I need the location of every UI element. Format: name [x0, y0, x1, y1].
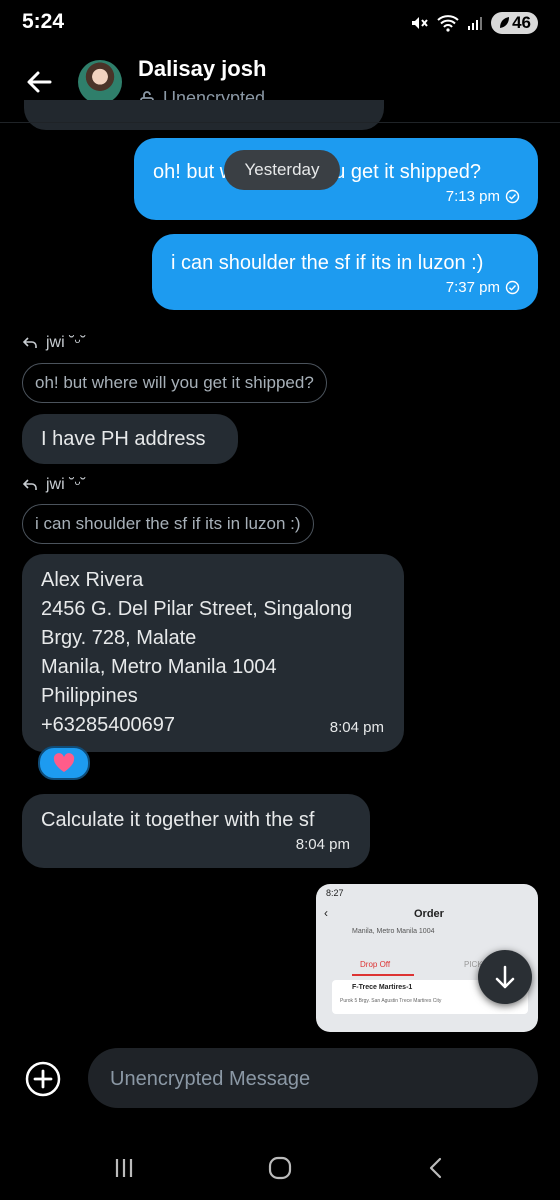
date-divider-pill: Yesterday — [224, 150, 340, 190]
preview-tab-underline — [352, 974, 414, 976]
address-line: Manila, Metro Manila 1004 — [41, 656, 277, 678]
message-meta: 7:13 pm — [446, 188, 520, 205]
address-line: +63285400697 — [41, 714, 176, 736]
signal-icon — [468, 17, 483, 30]
battery-indicator: 46 — [491, 12, 538, 34]
message-bubble-incoming[interactable]: Alex Rivera 2456 G. Del Pilar Street, Si… — [22, 554, 404, 752]
reply-arrow-icon — [22, 337, 37, 348]
header-divider — [0, 122, 560, 123]
preview-back-icon: ‹ — [324, 906, 328, 920]
leaf-icon — [500, 17, 510, 28]
read-check-icon — [505, 280, 520, 295]
message-text: I have PH address — [41, 428, 206, 450]
preview-store-address: Purok 5 Brgy. San Agustin Trece Martires… — [340, 998, 442, 1004]
recents-button[interactable] — [94, 1138, 154, 1198]
preview-status-time: 8:27 — [326, 888, 344, 898]
address-line: Philippines — [41, 685, 138, 707]
message-bubble-incoming[interactable]: I have PH address — [22, 414, 238, 464]
heart-icon — [53, 753, 75, 772]
message-meta: 7:37 pm — [446, 279, 520, 296]
contact-avatar[interactable] — [78, 60, 122, 104]
reply-user: jwi ˘ᵕ˘ — [46, 476, 86, 493]
preview-title: Order — [414, 908, 444, 920]
heart-reaction[interactable] — [38, 746, 90, 780]
status-icons: 46 — [409, 12, 538, 34]
reply-label: jwi ˘ᵕ˘ — [22, 476, 86, 494]
preview-tab-drop: Drop Off — [360, 960, 391, 969]
message-text: Calculate it together with the sf — [41, 809, 315, 831]
quoted-message[interactable]: oh! but where will you get it shipped? — [22, 363, 327, 403]
read-check-icon — [505, 189, 520, 204]
message-time: 8:04 pm — [329, 719, 384, 736]
scroll-to-bottom-button[interactable] — [478, 950, 532, 1004]
message-time: 8:04 pm — [295, 836, 350, 853]
back-button[interactable] — [406, 1138, 466, 1198]
message-time: 7:13 pm — [445, 188, 500, 205]
preview-address: Manila, Metro Manila 1004 — [352, 928, 435, 935]
reply-arrow-icon — [22, 479, 37, 490]
reply-user: jwi ˘ᵕ˘ — [46, 334, 86, 351]
home-button[interactable] — [250, 1138, 310, 1198]
address-line: Brgy. 728, Malate — [41, 627, 197, 649]
battery-level: 46 — [512, 13, 531, 32]
address-line: Alex Rivera — [41, 569, 144, 591]
message-text: i can shoulder the sf if its in luzon :) — [171, 252, 484, 274]
address-line: 2456 G. Del Pilar Street, Singalong — [41, 598, 353, 620]
previous-message-bubble — [24, 100, 384, 130]
back-nav-icon — [429, 1157, 442, 1179]
status-time: 5:24 — [22, 10, 65, 33]
message-time: 7:37 pm — [445, 279, 500, 296]
message-bubble-outgoing[interactable]: i can shoulder the sf if its in luzon :)… — [152, 234, 538, 310]
address-text: Alex Rivera 2456 G. Del Pilar Street, Si… — [41, 566, 352, 740]
preview-store-name: F-Trece Martires-1 — [352, 984, 413, 991]
recents-icon — [115, 1159, 133, 1177]
quoted-message[interactable]: i can shoulder the sf if its in luzon :) — [22, 504, 314, 544]
reply-label: jwi ˘ᵕ˘ — [22, 334, 86, 352]
arrow-down-icon — [495, 965, 515, 989]
message-composer[interactable] — [88, 1048, 538, 1110]
wifi-icon — [437, 15, 459, 32]
home-icon — [268, 1156, 292, 1180]
message-bubble-incoming[interactable]: Calculate it together with the sf 8:04 p… — [22, 794, 370, 868]
add-attachment-icon[interactable] — [24, 1060, 62, 1098]
back-arrow-icon[interactable] — [22, 64, 58, 100]
message-input[interactable] — [108, 1048, 522, 1110]
contact-name[interactable]: Dalisay josh — [138, 56, 266, 82]
mute-icon — [412, 17, 428, 29]
